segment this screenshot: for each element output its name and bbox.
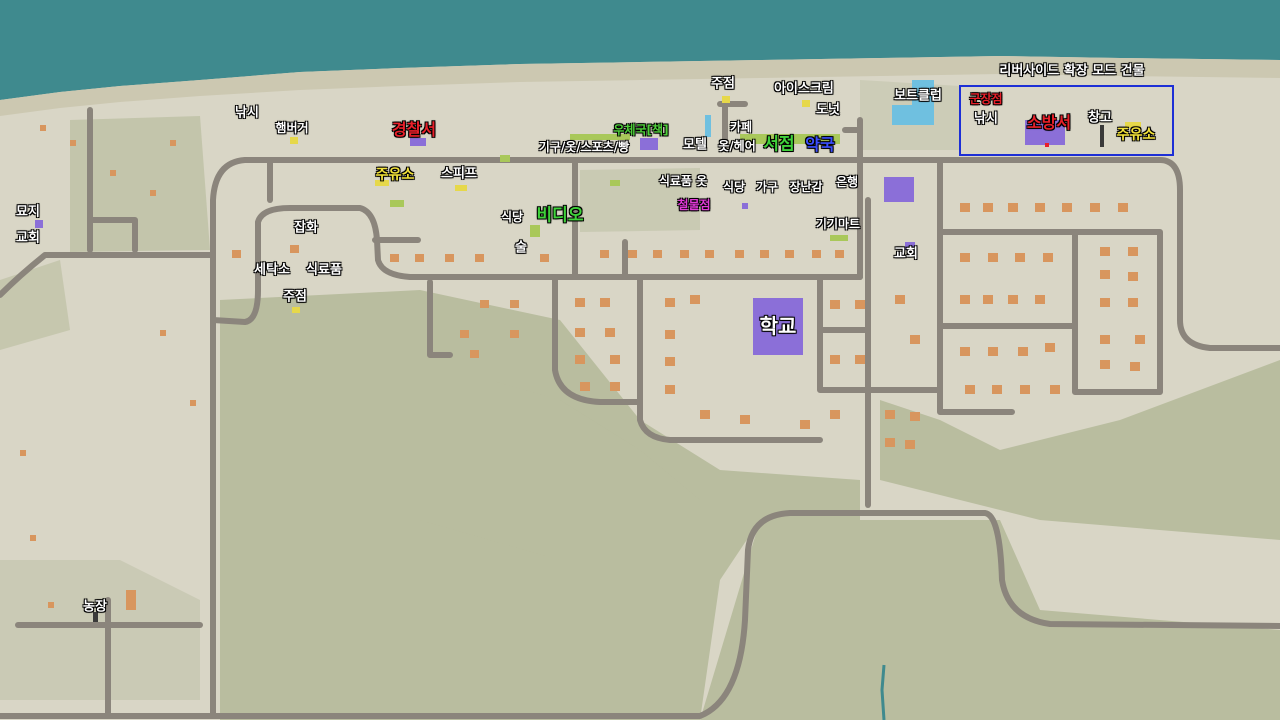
label-fishing-east[interactable]: 낚시 — [974, 113, 998, 126]
label-riverside-mod-building[interactable]: 리버사이드 확장 모드 건물 — [999, 65, 1144, 78]
label-liquor-2[interactable]: 주점 — [711, 78, 735, 91]
label-ice-cream[interactable]: 아이스크림 — [774, 83, 834, 96]
label-clothes-hair[interactable]: 옷/헤어 — [718, 140, 756, 152]
label-farm[interactable]: 농장 — [83, 601, 107, 614]
label-church-west[interactable]: 교회 — [16, 232, 40, 245]
label-bookstore[interactable]: 서점 — [763, 136, 794, 154]
label-grocery-clothes[interactable]: 식료품 옷 — [659, 175, 707, 187]
label-toy-store[interactable]: 장난감 — [789, 181, 822, 193]
label-fishing-west[interactable]: 낚시 — [235, 107, 259, 120]
label-furniture-clothes-sports-bakery[interactable]: 기구/옷/스포츠/빵 — [539, 141, 629, 153]
label-restaurant-2[interactable]: 식당 — [723, 181, 745, 193]
label-hardware-store[interactable]: 철물점 — [677, 199, 710, 211]
label-bar[interactable]: 술 — [515, 242, 527, 255]
label-donut[interactable]: 도넛 — [816, 104, 840, 117]
label-liquor-1[interactable]: 주점 — [283, 291, 307, 304]
label-laundry[interactable]: 세탁소 — [254, 264, 290, 277]
label-gas-station-2[interactable]: 주유소 — [1117, 128, 1156, 142]
label-boat-club[interactable]: 보트클럽 — [894, 90, 942, 103]
label-electronics[interactable]: 기기마트 — [816, 218, 860, 230]
label-school[interactable]: 학교 — [760, 316, 797, 336]
label-pharmacy[interactable]: 약국 — [805, 137, 834, 153]
label-military-surplus[interactable]: 군장점 — [969, 93, 1002, 105]
label-video-store[interactable]: 비디오 — [537, 207, 584, 225]
label-hamburger[interactable]: 햄버거 — [275, 122, 308, 134]
label-warehouse[interactable]: 창고 — [1088, 112, 1112, 125]
label-motel[interactable]: 모텔 — [683, 139, 707, 152]
label-church-center[interactable]: 교회 — [894, 248, 918, 261]
label-restaurant-1[interactable]: 식당 — [501, 211, 523, 223]
label-cafe[interactable]: 카페 — [730, 121, 752, 133]
label-gas-station-1[interactable]: 주유소 — [376, 168, 415, 182]
label-general-store[interactable]: 잡화 — [294, 222, 318, 235]
label-sports-store[interactable]: 스피프 — [441, 168, 477, 181]
label-furniture[interactable]: 가구 — [756, 181, 778, 193]
label-fire-station[interactable]: 소방서 — [1027, 115, 1071, 131]
town-map[interactable]: 낚시 햄버거 경찰서 주유소 스피프 묘지 교회 잡화 세탁소 식료품 주점 식… — [0, 0, 1280, 720]
label-cemetery[interactable]: 묘지 — [16, 206, 40, 219]
label-police-station[interactable]: 경찰서 — [392, 122, 436, 138]
label-grocery-1[interactable]: 식료품 — [306, 264, 342, 277]
label-post-office[interactable]: 우체국[책] — [613, 124, 668, 136]
label-bank[interactable]: 은행 — [836, 176, 858, 188]
